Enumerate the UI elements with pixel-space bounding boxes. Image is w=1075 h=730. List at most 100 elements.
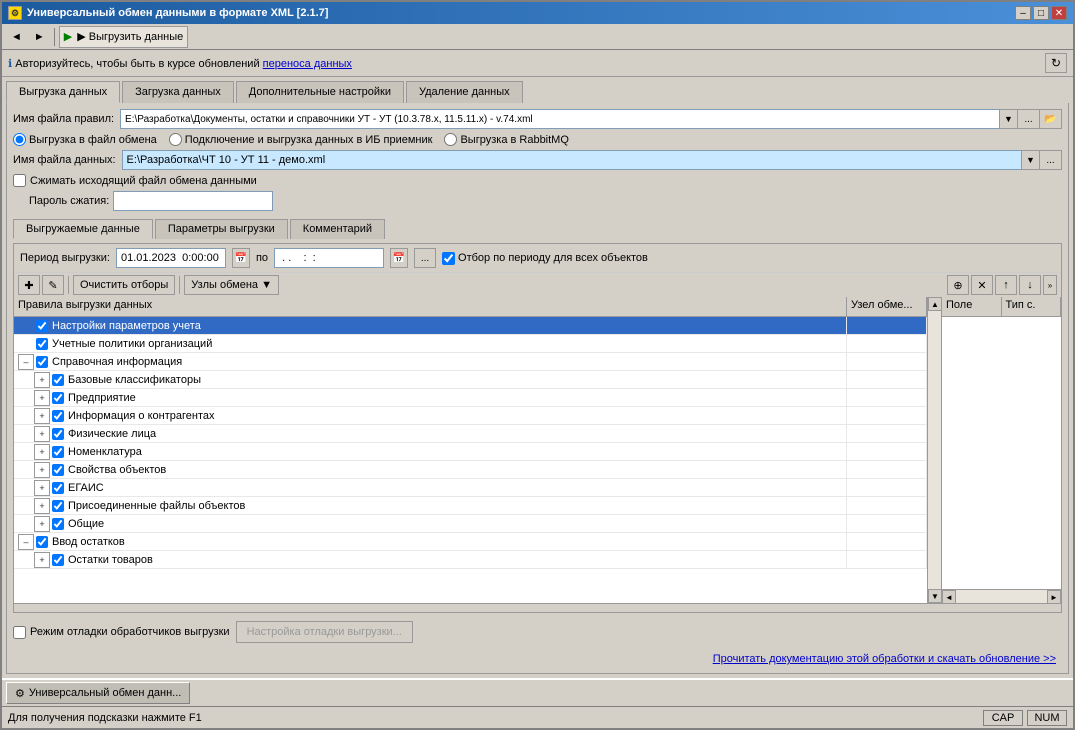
period-from-calendar-button[interactable]: 📅: [232, 248, 250, 268]
rules-file-dropdown-button[interactable]: ▼: [1000, 109, 1018, 129]
debug-checkbox[interactable]: [13, 626, 26, 639]
row-checkbox[interactable]: [52, 482, 64, 494]
table-row[interactable]: + Информация о контрагентах: [14, 407, 927, 425]
data-file-input-group: ▼ ...: [122, 150, 1062, 170]
debug-row: Режим отладки обработчиков выгрузки Наст…: [13, 617, 1062, 647]
data-file-input[interactable]: [122, 150, 1022, 170]
maximize-button[interactable]: □: [1033, 6, 1049, 20]
row-checkbox[interactable]: [52, 464, 64, 476]
table-row[interactable]: + Физические лица: [14, 425, 927, 443]
row-checkbox[interactable]: [36, 320, 48, 332]
debug-settings-button[interactable]: Настройка отладки выгрузки...: [236, 621, 413, 643]
expand-icon[interactable]: +: [34, 408, 50, 424]
row-checkbox[interactable]: [52, 392, 64, 404]
password-input[interactable]: [113, 191, 273, 211]
documentation-link[interactable]: Прочитать документацию этой обработки и …: [713, 653, 1056, 665]
row-checkbox[interactable]: [52, 410, 64, 422]
row-checkbox[interactable]: [36, 356, 48, 368]
right-btn-4[interactable]: ↓: [1019, 275, 1041, 295]
row-name-cell: – Справочная информация: [14, 353, 847, 370]
scroll-up-button[interactable]: ▲: [928, 297, 942, 311]
upload-label: ▶ Выгрузить данные: [77, 30, 183, 43]
row-checkbox[interactable]: [52, 446, 64, 458]
row-checkbox[interactable]: [52, 554, 64, 566]
data-file-dropdown-button[interactable]: ▼: [1022, 150, 1040, 170]
table-row[interactable]: – Справочная информация: [14, 353, 927, 371]
table-row[interactable]: Учетные политики организаций: [14, 335, 927, 353]
close-button[interactable]: ✕: [1051, 6, 1067, 20]
period-for-all-checkbox[interactable]: [442, 252, 455, 265]
expand-icon[interactable]: –: [18, 354, 34, 370]
radio-file-exchange[interactable]: Выгрузка в файл обмена: [13, 133, 157, 146]
exchange-nodes-button[interactable]: Узлы обмена ▼: [184, 275, 279, 295]
table-row[interactable]: + ЕГАИС: [14, 479, 927, 497]
horizontal-scrollbar[interactable]: ◄ ►: [942, 589, 1061, 603]
filter-edit-button[interactable]: ✎: [42, 275, 64, 295]
table-row[interactable]: + Присоединенные файлы объектов: [14, 497, 927, 515]
tab-settings[interactable]: Дополнительные настройки: [236, 81, 404, 103]
scroll-left-button[interactable]: ◄: [942, 590, 956, 603]
minimize-button[interactable]: –: [1015, 6, 1031, 20]
expand-icon[interactable]: +: [34, 516, 50, 532]
table-row[interactable]: + Остатки товаров: [14, 551, 927, 569]
compress-checkbox[interactable]: [13, 174, 26, 187]
expand-icon[interactable]: +: [34, 498, 50, 514]
tab-import[interactable]: Загрузка данных: [122, 81, 234, 103]
filter-add-button[interactable]: ✚: [18, 275, 40, 295]
upload-button[interactable]: ▶ ▶ Выгрузить данные: [59, 26, 188, 48]
row-checkbox[interactable]: [52, 374, 64, 386]
row-checkbox[interactable]: [36, 536, 48, 548]
row-label: Учетные политики организаций: [52, 338, 212, 350]
table-row[interactable]: + Номенклатура: [14, 443, 927, 461]
tab-delete[interactable]: Удаление данных: [406, 81, 523, 103]
radio-connection[interactable]: Подключение и выгрузка данных в ИБ прием…: [169, 133, 433, 146]
period-more-button[interactable]: ...: [414, 248, 436, 268]
table-row[interactable]: + Предприятие: [14, 389, 927, 407]
row-checkbox[interactable]: [52, 518, 64, 530]
period-from-input[interactable]: [116, 248, 226, 268]
info-text: ℹ Авторизуйтесь, чтобы быть в курсе обно…: [8, 57, 352, 70]
expand-icon[interactable]: +: [34, 462, 50, 478]
expand-right-btn[interactable]: »: [1043, 275, 1057, 295]
row-checkbox[interactable]: [52, 500, 64, 512]
info-link[interactable]: переноса данных: [263, 58, 352, 70]
data-file-browse-button[interactable]: ...: [1040, 150, 1062, 170]
expand-icon[interactable]: +: [34, 372, 50, 388]
rules-file-open-button[interactable]: 📂: [1040, 109, 1062, 129]
rules-file-input[interactable]: [120, 109, 1000, 129]
expand-icon[interactable]: +: [34, 444, 50, 460]
tab-comment[interactable]: Комментарий: [290, 219, 385, 239]
scroll-right-button[interactable]: ►: [1047, 590, 1061, 603]
row-checkbox[interactable]: [36, 338, 48, 350]
tab-export-params[interactable]: Параметры выгрузки: [155, 219, 288, 239]
table-row[interactable]: + Общие: [14, 515, 927, 533]
table-row[interactable]: + Базовые классификаторы: [14, 371, 927, 389]
tab-export[interactable]: Выгрузка данных: [6, 81, 120, 103]
forward-button[interactable]: ►: [29, 26, 50, 48]
taskbar-item[interactable]: ⚙ Универсальный обмен данн...: [6, 682, 190, 704]
right-btn-3[interactable]: ↑: [995, 275, 1017, 295]
radio-rabbitmq[interactable]: Выгрузка в RabbitMQ: [444, 133, 568, 146]
expand-icon[interactable]: +: [34, 480, 50, 496]
expand-icon[interactable]: +: [34, 552, 50, 568]
right-btn-2[interactable]: ✕: [971, 275, 993, 295]
tree-table[interactable]: Настройки параметров учета Учетные полит…: [14, 317, 927, 603]
back-button[interactable]: ◄: [6, 26, 27, 48]
period-to-calendar-button[interactable]: 📅: [390, 248, 408, 268]
rules-file-browse-button[interactable]: ...: [1018, 109, 1040, 129]
row-checkbox[interactable]: [52, 428, 64, 440]
expand-icon[interactable]: +: [34, 426, 50, 442]
table-row[interactable]: Настройки параметров учета: [14, 317, 927, 335]
expand-icon[interactable]: –: [18, 534, 34, 550]
clear-filters-button[interactable]: Очистить отборы: [73, 275, 175, 295]
refresh-button[interactable]: ↻: [1045, 53, 1067, 73]
expand-icon[interactable]: +: [34, 390, 50, 406]
table-row[interactable]: + Свойства объектов: [14, 461, 927, 479]
tab-export-data[interactable]: Выгружаемые данные: [13, 219, 153, 239]
inner-content: Период выгрузки: 📅 по 📅 ... Отбор по пер…: [13, 243, 1062, 613]
scroll-down-button[interactable]: ▼: [928, 589, 942, 603]
vertical-scrollbar[interactable]: ▲ ▼: [927, 297, 941, 603]
period-to-input[interactable]: [274, 248, 384, 268]
right-btn-1[interactable]: ⊕: [947, 275, 969, 295]
table-row[interactable]: – Ввод остатков: [14, 533, 927, 551]
